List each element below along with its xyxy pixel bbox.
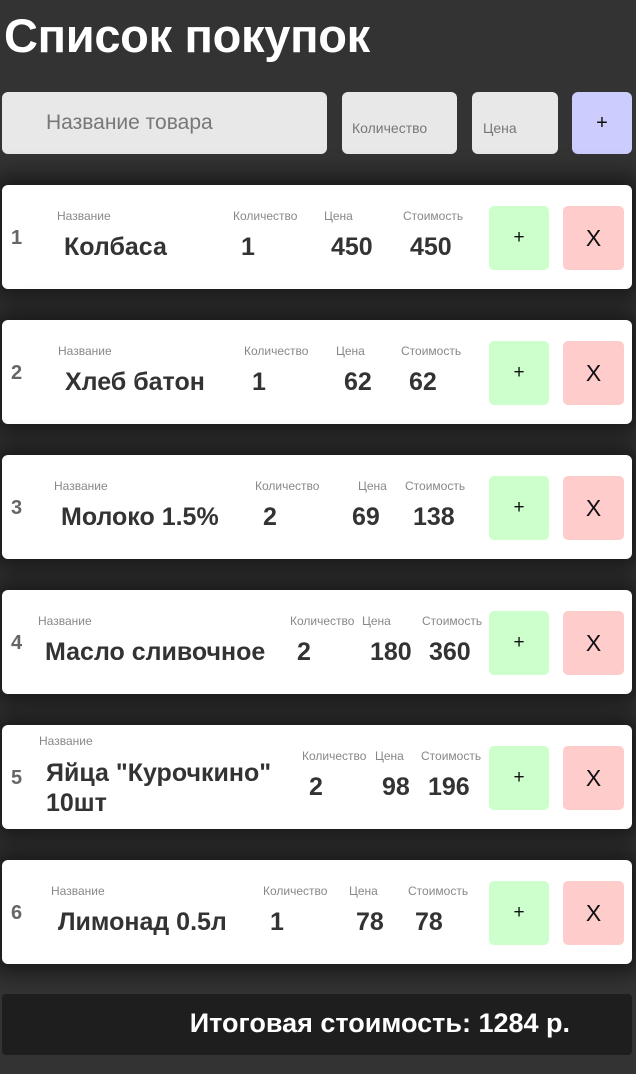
item-number: 3 bbox=[11, 497, 23, 519]
item-cost: 138 bbox=[413, 503, 455, 531]
item-price: 78 bbox=[356, 908, 384, 936]
item-number: 4 bbox=[11, 632, 23, 654]
price-caption: Цена bbox=[362, 614, 391, 628]
name-caption: Название bbox=[58, 344, 112, 358]
cost-caption: Стоимость bbox=[403, 209, 464, 223]
list-item: 5 Название Яйца "Курочкино" 10шт Количес… bbox=[2, 725, 632, 829]
item-cost: 360 bbox=[429, 638, 471, 666]
item-quantity: 2 bbox=[297, 638, 311, 666]
delete-item-button[interactable]: X bbox=[563, 611, 624, 675]
list-item: 1 Название Колбаса Количество 1 Цена 450… bbox=[2, 185, 632, 289]
name-caption: Название bbox=[39, 734, 93, 748]
item-number: 1 bbox=[11, 227, 23, 249]
item-cost: 62 bbox=[409, 368, 437, 396]
cost-caption: Стоимость bbox=[422, 614, 483, 628]
add-item-button[interactable]: + bbox=[572, 92, 632, 154]
delete-item-button[interactable]: X bbox=[563, 746, 624, 810]
item-quantity: 1 bbox=[270, 908, 284, 936]
cost-caption: Стоимость bbox=[405, 479, 466, 493]
name-caption: Название bbox=[38, 614, 92, 628]
total-cost-label: Итоговая стоимость: 1284 р. bbox=[189, 1008, 570, 1038]
price-caption: Цена bbox=[336, 344, 365, 358]
increment-quantity-button[interactable]: + bbox=[489, 611, 549, 675]
increment-quantity-button[interactable]: + bbox=[489, 881, 549, 945]
item-quantity: 1 bbox=[252, 368, 266, 396]
cost-caption: Стоимость bbox=[408, 884, 469, 898]
increment-quantity-button[interactable]: + bbox=[489, 476, 549, 540]
name-caption: Название bbox=[57, 209, 111, 223]
total-bar: Итоговая стоимость: 1284 р. bbox=[2, 994, 632, 1055]
item-quantity: 2 bbox=[309, 773, 323, 801]
item-quantity: 1 bbox=[241, 233, 255, 261]
item-quantity: 2 bbox=[263, 503, 277, 531]
item-cost: 78 bbox=[415, 908, 443, 936]
quantity-caption: Количество bbox=[244, 344, 309, 358]
delete-item-button[interactable]: X bbox=[563, 476, 624, 540]
cost-caption: Стоимость bbox=[401, 344, 462, 358]
item-name: Хлеб батон bbox=[65, 368, 205, 396]
item-number: 5 bbox=[11, 767, 23, 789]
price-caption: Цена bbox=[349, 884, 378, 898]
item-price: 450 bbox=[331, 233, 373, 261]
item-name: Яйца "Курочкино" 10шт bbox=[46, 759, 272, 817]
increment-quantity-button[interactable]: + bbox=[489, 746, 549, 810]
item-price-input[interactable] bbox=[472, 92, 558, 154]
quantity-caption: Количество bbox=[263, 884, 328, 898]
item-name: Молоко 1.5% bbox=[61, 503, 219, 531]
page-title: Список покупок bbox=[4, 9, 370, 62]
list-item: 2 Название Хлеб батон Количество 1 Цена … bbox=[2, 320, 632, 424]
item-cost: 196 bbox=[428, 773, 470, 801]
item-number: 2 bbox=[11, 362, 23, 384]
item-name-input[interactable] bbox=[2, 92, 327, 154]
quantity-caption: Количество bbox=[290, 614, 355, 628]
price-caption: Цена bbox=[375, 749, 404, 763]
item-price: 62 bbox=[344, 368, 372, 396]
name-caption: Название bbox=[54, 479, 108, 493]
item-name: Лимонад 0.5л bbox=[58, 908, 227, 936]
quantity-caption: Количество bbox=[233, 209, 298, 223]
item-cost: 450 bbox=[410, 233, 452, 261]
item-price: 180 bbox=[370, 638, 412, 666]
item-name: Колбаса bbox=[64, 233, 167, 261]
item-quantity-input[interactable] bbox=[342, 92, 457, 154]
item-name: Масло сливочное bbox=[45, 638, 266, 666]
list-item: 3 Название Молоко 1.5% Количество 2 Цена… bbox=[2, 455, 632, 559]
item-price: 69 bbox=[352, 503, 380, 531]
price-caption: Цена bbox=[358, 479, 387, 493]
list-item: 4 Название Масло сливочное Количество 2 … bbox=[2, 590, 632, 694]
cost-caption: Стоимость bbox=[421, 749, 482, 763]
price-caption: Цена bbox=[324, 209, 353, 223]
increment-quantity-button[interactable]: + bbox=[489, 206, 549, 270]
delete-item-button[interactable]: X bbox=[563, 881, 624, 945]
item-number: 6 bbox=[11, 902, 23, 924]
name-caption: Название bbox=[51, 884, 105, 898]
increment-quantity-button[interactable]: + bbox=[489, 341, 549, 405]
quantity-caption: Количество bbox=[302, 749, 367, 763]
delete-item-button[interactable]: X bbox=[563, 206, 624, 270]
delete-item-button[interactable]: X bbox=[563, 341, 624, 405]
item-price: 98 bbox=[382, 773, 410, 801]
list-item: 6 Название Лимонад 0.5л Количество 1 Цен… bbox=[2, 860, 632, 964]
quantity-caption: Количество bbox=[255, 479, 320, 493]
